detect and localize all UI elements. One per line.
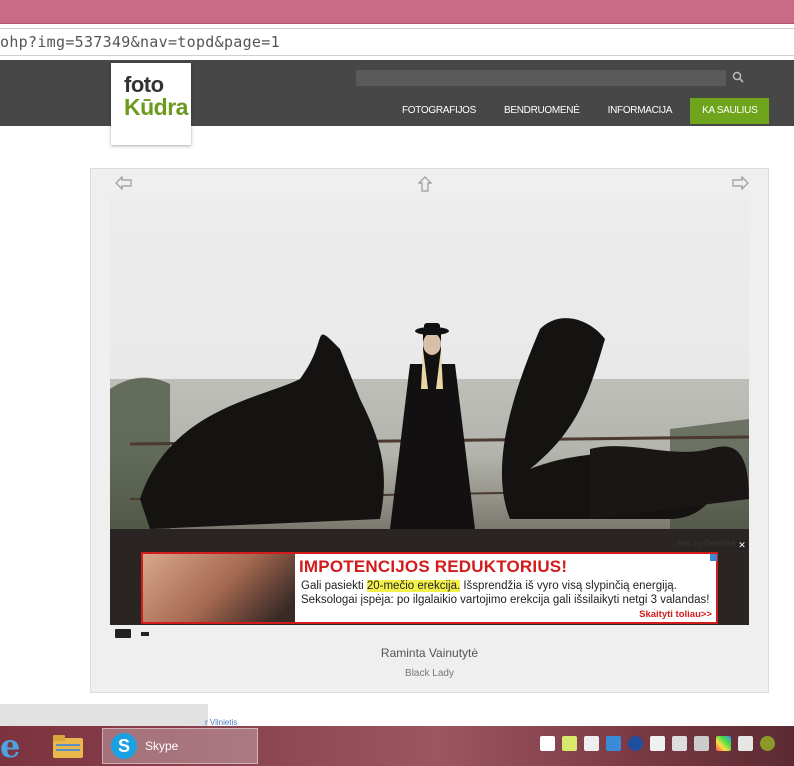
overlay-panel	[0, 704, 208, 726]
address-bar[interactable]: ohp?img=537349&nav=topd&page=1	[0, 28, 794, 56]
zone-tray-icon[interactable]	[606, 736, 621, 751]
volume-tray-icon[interactable]	[760, 736, 775, 751]
photo-title: Black Lady	[405, 668, 454, 679]
up-arrow-icon[interactable]	[418, 176, 432, 192]
logo-line-2: Kūdra	[124, 94, 188, 120]
photo-author[interactable]: Raminta Vainutytė	[90, 646, 769, 660]
network-tray-icon[interactable]	[650, 736, 665, 751]
main-nav: FOTOGRAFIJOS BENDRUOMENĖ INFORMACIJA KA …	[388, 98, 770, 124]
search-icon[interactable]	[732, 71, 744, 83]
color-tray-icon[interactable]	[716, 736, 731, 751]
ad-info-icon[interactable]	[710, 554, 717, 561]
ad-line-1-highlight: 20-mečio erekcija.	[366, 580, 461, 592]
ad-line-1[interactable]: Gali pasiekti 20-mečio erekcija. Išspren…	[301, 580, 677, 592]
next-arrow-icon[interactable]	[731, 176, 749, 190]
skype-icon: S	[111, 733, 137, 759]
minimize-icon[interactable]	[141, 631, 149, 636]
site-logo[interactable]: foto Kūdra	[111, 63, 191, 145]
url-text[interactable]: ohp?img=537349&nav=topd&page=1	[0, 33, 280, 51]
ad-line-2[interactable]: Seksologai įspėja: po ilgalaikio vartoji…	[301, 594, 709, 606]
ad-close-icon[interactable]: ✕	[737, 540, 747, 550]
ad-image[interactable]	[143, 554, 295, 622]
skype-taskbar-button[interactable]: S Skype	[102, 728, 258, 764]
device-tray-icon[interactable]	[694, 736, 709, 751]
nav-item-bendruomene[interactable]: BENDRUOMENĖ	[490, 98, 594, 124]
ad-line-1-post: Išsprendžia iš vyro visą slypinčią energ…	[460, 580, 677, 592]
nav-item-ka-saulius[interactable]: KA SAULIUS	[690, 98, 770, 124]
file-explorer-icon[interactable]	[52, 732, 84, 760]
battery-tray-icon[interactable]	[738, 736, 753, 751]
ad-line-1-pre: Gali pasiekti	[301, 580, 367, 592]
previous-arrow-icon[interactable]	[115, 176, 133, 190]
browser-titlebar	[0, 0, 794, 24]
internet-explorer-icon[interactable]: e	[0, 730, 22, 762]
ads-by-label: Ads by DealHut	[676, 539, 736, 548]
notes-tray-icon[interactable]	[562, 736, 577, 751]
exif-icon[interactable]	[115, 629, 131, 638]
bluetooth-icon[interactable]	[628, 736, 643, 751]
settings-tray-icon[interactable]	[584, 736, 599, 751]
nav-item-informacija[interactable]: INFORMACIJA	[594, 98, 686, 124]
skype-label: Skype	[145, 739, 179, 753]
photo-tools	[115, 629, 149, 638]
system-tray	[540, 736, 775, 751]
search-input[interactable]	[356, 70, 726, 86]
ad-banner[interactable]: IMPOTENCIJOS REDUKTORIUS! Gali pasiekti …	[141, 552, 718, 624]
display-tray-icon[interactable]	[672, 736, 687, 751]
ad-read-more-link[interactable]: Skaityti toliau>>	[639, 609, 712, 620]
ad-headline[interactable]: IMPOTENCIJOS REDUKTORIUS!	[299, 557, 567, 577]
windows-tray-icon[interactable]	[540, 736, 555, 751]
nav-item-fotografijos[interactable]: FOTOGRAFIJOS	[388, 98, 490, 124]
logo-line-1: foto	[124, 72, 164, 97]
